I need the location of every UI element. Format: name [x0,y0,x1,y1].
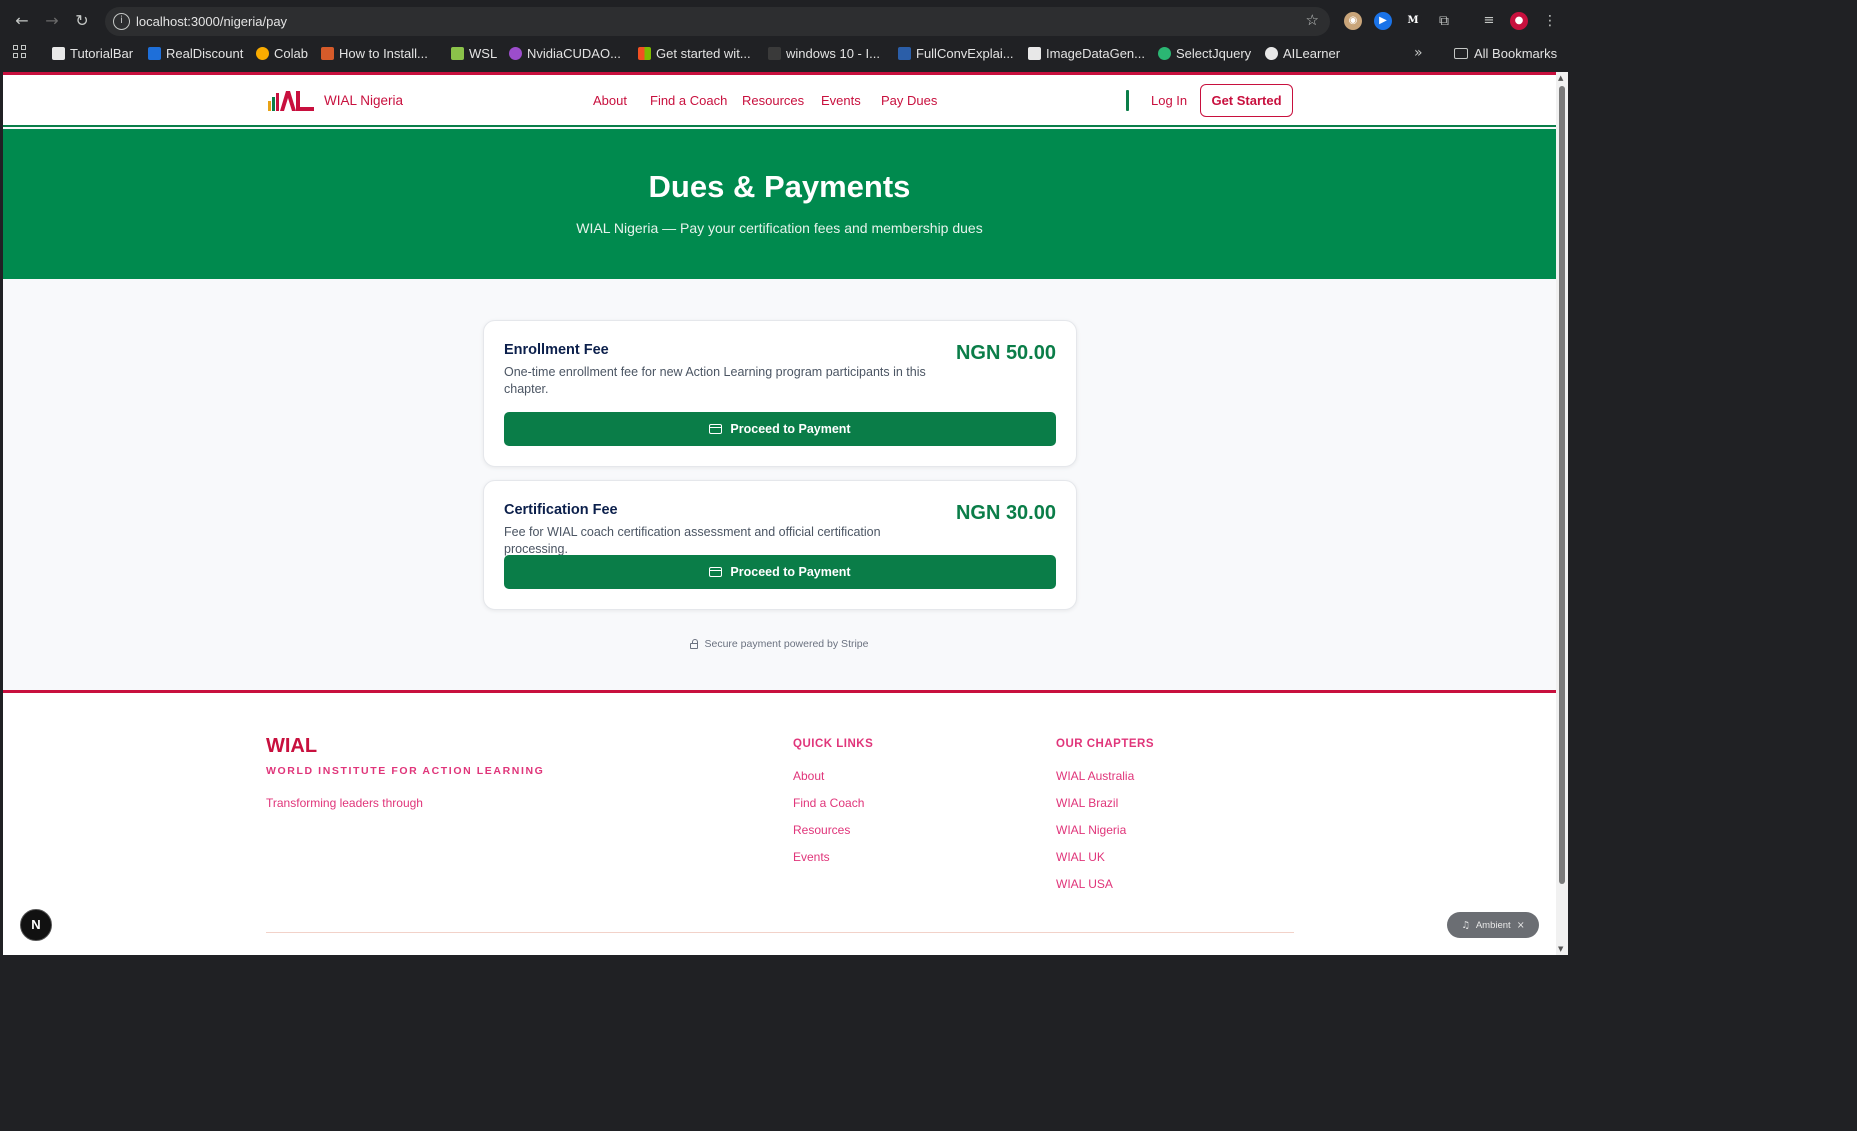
stackoverflow-icon [768,46,781,60]
chapters-heading: OUR CHAPTERS [1056,738,1155,750]
imagedata-icon [1028,46,1041,60]
site-header: WIAL Nigeria About Find a Coach Resource… [3,75,1556,127]
bookmark-item[interactable]: Get started wit... [638,42,751,64]
menu-kebab-icon[interactable]: ⋮ [1541,12,1559,30]
bookmark-item[interactable]: NvidiaCUDAO... [509,42,621,64]
fee-description: Fee for WIAL coach certification assessm… [504,525,881,556]
credit-card-icon [709,567,723,577]
fee-title: Certification Fee [504,502,618,518]
bookmark-star-icon[interactable]: ☆ [1306,11,1319,29]
footer-divider [266,932,1294,933]
browser-toolbar: ← → ↻ i localhost:3000/nigeria/pay ☆ ◉ ▶… [0,0,1568,42]
folder-icon [1454,47,1468,59]
bookmarks-bar: TutorialBar RealDiscount Colab How to In… [0,42,1568,65]
realdiscount-icon [148,46,161,60]
address-bar[interactable]: i localhost:3000/nigeria/pay ☆ [105,7,1330,36]
wsl-icon [451,46,464,60]
extension-medium-icon[interactable]: M [1404,12,1422,30]
selectjquery-icon [1158,46,1171,60]
wordpress-icon [1265,46,1278,60]
site-info-icon[interactable]: i [113,13,130,30]
bookmark-item[interactable]: RealDiscount [148,42,243,64]
nvidia-icon [509,46,522,60]
bookmark-item[interactable]: SelectJquery [1158,42,1251,64]
back-icon[interactable]: ← [12,11,32,31]
page-subtitle: WIAL Nigeria — Pay your certification fe… [576,220,983,236]
proceed-to-payment-button[interactable]: Proceed to Payment [504,412,1056,446]
extensions-puzzle-icon[interactable]: ⧉ [1435,12,1453,30]
fee-price: NGN 30.00 [955,502,1056,524]
ambient-pill[interactable]: ♫ Ambient × [1447,912,1539,938]
bookmark-item[interactable]: windows 10 - I... [768,42,880,64]
hero-banner: Dues & Payments WIAL Nigeria — Pay your … [3,129,1556,279]
fullconv-icon [898,46,911,60]
secure-payment-note: Secure payment powered by Stripe [3,638,1556,650]
nextjs-dev-badge[interactable]: N [20,909,52,941]
microsoft-icon [638,46,651,60]
proceed-to-payment-button[interactable]: Proceed to Payment [504,555,1056,589]
chapter-link-uk[interactable]: WIAL UK [1056,850,1105,864]
scroll-down-arrow-icon[interactable]: ▼ [1558,945,1563,953]
chapter-link-australia[interactable]: WIAL Australia [1056,769,1134,783]
colab-icon [256,46,269,60]
profile-avatar[interactable]: ● [1510,12,1528,30]
all-bookmarks-button[interactable]: All Bookmarks [1454,42,1557,64]
bookmark-item[interactable]: How to Install... [321,42,428,64]
wial-logo-icon[interactable] [268,89,316,111]
music-note-icon: ♫ [1461,919,1470,931]
nav-pay-dues[interactable]: Pay Dues [881,93,937,108]
footer-tagline: Transforming leaders through [266,796,423,810]
footer-link-resources[interactable]: Resources [793,823,850,837]
bookmark-item[interactable]: AILearner [1265,42,1340,64]
tutorialbar-icon [52,46,65,60]
bookmark-item[interactable]: Colab [256,42,308,64]
nav-resources[interactable]: Resources [742,93,804,108]
nav-find-a-coach[interactable]: Find a Coach [650,93,727,108]
brand-name[interactable]: WIAL Nigeria [324,93,403,108]
bookmark-item[interactable]: TutorialBar [52,42,133,64]
extension-play-icon[interactable]: ▶ [1374,12,1392,30]
fee-card-enrollment: Enrollment Fee One-time enrollment fee f… [483,320,1077,467]
button-label: Proceed to Payment [730,565,851,579]
fee-title: Enrollment Fee [504,342,609,358]
reload-icon[interactable]: ↻ [72,11,92,31]
more-bookmarks-icon[interactable]: » [1414,45,1423,61]
extension-owl-icon[interactable]: ◉ [1344,12,1362,30]
button-label: Proceed to Payment [730,422,851,436]
bookmark-item[interactable]: WSL [451,42,497,64]
scrollbar-thumb[interactable] [1559,86,1565,884]
site-footer: WIAL WORLD INSTITUTE FOR ACTION LEARNING… [3,690,1556,955]
fee-card-certification: Certification Fee Fee for WIAL coach cer… [483,480,1077,610]
media-control-icon[interactable]: ≡ [1480,12,1498,30]
page-title: Dues & Payments [648,169,911,204]
bookmark-item[interactable]: ImageDataGen... [1028,42,1145,64]
fee-description: One-time enrollment fee for new Action L… [504,365,926,396]
lock-icon [690,638,699,649]
credit-card-icon [709,424,723,434]
chapter-link-brazil[interactable]: WIAL Brazil [1056,796,1118,810]
page-scrollbar[interactable]: ▲ ▼ [1556,72,1568,955]
chapter-link-nigeria[interactable]: WIAL Nigeria [1056,823,1126,837]
chapter-link-usa[interactable]: WIAL USA [1056,877,1113,891]
scroll-up-arrow-icon[interactable]: ▲ [1558,74,1563,82]
login-link[interactable]: Log In [1151,93,1187,108]
close-icon[interactable]: × [1517,920,1525,931]
footer-brand-subtitle: WORLD INSTITUTE FOR ACTION LEARNING [266,765,545,777]
nav-about[interactable]: About [593,93,627,108]
quick-links-heading: QUICK LINKS [793,738,874,750]
howto-icon [321,46,334,60]
page-viewport: WIAL Nigeria About Find a Coach Resource… [3,72,1556,955]
footer-brand: WIAL [266,735,318,757]
url-text[interactable]: localhost:3000/nigeria/pay [136,14,287,29]
nav-divider [1126,90,1129,111]
forward-icon[interactable]: → [42,11,62,31]
footer-link-about[interactable]: About [793,769,824,783]
footer-link-find-a-coach[interactable]: Find a Coach [793,796,864,810]
apps-grid-icon[interactable] [13,45,27,59]
get-started-button[interactable]: Get Started [1200,84,1293,117]
footer-link-events[interactable]: Events [793,850,830,864]
fee-price: NGN 50.00 [955,342,1056,364]
nav-events[interactable]: Events [821,93,861,108]
bookmark-item[interactable]: FullConvExplai... [898,42,1014,64]
